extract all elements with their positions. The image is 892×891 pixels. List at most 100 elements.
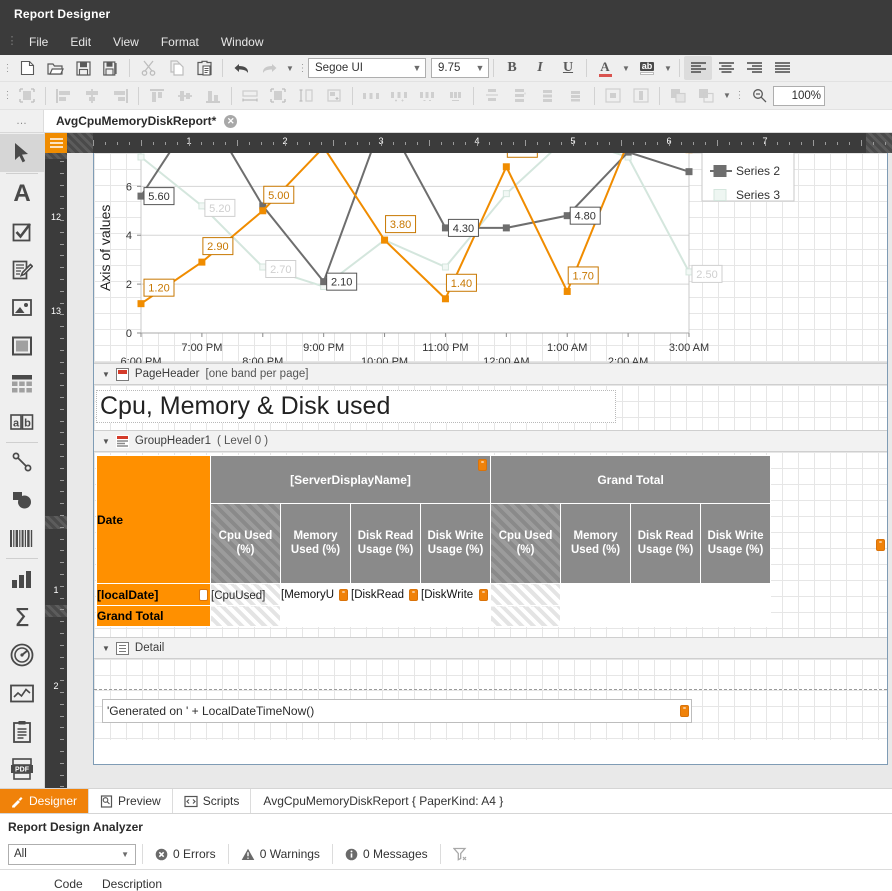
center-in-form-vertically-icon[interactable] <box>627 84 655 108</box>
align-centers-icon[interactable] <box>78 84 106 108</box>
cell-grand-total-header[interactable]: Grand Total <box>491 456 771 504</box>
label-tool[interactable]: A <box>0 175 45 213</box>
cell-detail-disk-write[interactable]: [DiskWrite <box>421 584 491 606</box>
align-right-edges-icon[interactable] <box>106 84 134 108</box>
cell-total-total-cpu[interactable] <box>491 606 561 627</box>
highlight-color-icon[interactable]: ab <box>633 56 661 80</box>
make-same-size-icon[interactable] <box>264 84 292 108</box>
align-justify-icon[interactable] <box>768 56 796 80</box>
remove-horizontal-spacing-icon[interactable] <box>441 84 469 108</box>
cell-total-memory-used[interactable] <box>281 606 351 627</box>
ruler-menu-button[interactable] <box>45 133 67 153</box>
cell-total-total-disk-write[interactable] <box>701 606 771 627</box>
send-to-back-icon[interactable] <box>692 84 720 108</box>
tab-preview[interactable]: Preview <box>89 789 173 813</box>
cell-date-header[interactable]: Date <box>97 456 211 584</box>
field-pin-icon[interactable] <box>478 459 487 471</box>
field-pin-icon[interactable] <box>680 705 689 717</box>
cell-detail-total-cpu[interactable] <box>491 584 561 606</box>
band-detail[interactable]: ▼ Detail <box>94 637 887 659</box>
page-header-body[interactable]: Cpu, Memory & Disk used <box>94 385 887 430</box>
grid-header-code[interactable]: Code <box>46 877 94 891</box>
analyzer-filter-select[interactable]: All ▼ <box>8 844 136 865</box>
field-pin-icon[interactable] <box>339 589 348 601</box>
pivot-grid-tool[interactable]: Σ <box>0 598 45 636</box>
cell-col-disk-write-server[interactable]: Disk Write Usage (%) <box>421 504 491 584</box>
decrease-horizontal-spacing-icon[interactable] <box>413 84 441 108</box>
cell-detail-cpu-used[interactable]: [CpuUsed] <box>211 584 281 606</box>
collapse-icon[interactable]: ▼ <box>102 644 110 653</box>
new-icon[interactable] <box>13 56 41 80</box>
bold-button[interactable]: B <box>498 56 526 80</box>
decrease-vertical-spacing-icon[interactable] <box>534 84 562 108</box>
grid-header-description[interactable]: Description <box>94 877 170 891</box>
field-pin-icon[interactable] <box>876 539 885 551</box>
tab-scripts[interactable]: Scripts <box>173 789 252 813</box>
band-group-header[interactable]: ▼ GroupHeader1 ( Level 0 ) <box>94 430 887 452</box>
collapse-icon[interactable]: ▼ <box>102 370 110 379</box>
font-color-icon[interactable]: A <box>591 56 619 80</box>
cell-col-disk-write-total[interactable]: Disk Write Usage (%) <box>701 504 771 584</box>
table-row-detail[interactable]: [localDate] [CpuUsed] [MemoryU <box>97 584 771 606</box>
align-left-edges-icon[interactable] <box>50 84 78 108</box>
field-pin-icon[interactable] <box>409 589 418 601</box>
field-pin-icon[interactable] <box>479 589 488 601</box>
chevron-down-icon[interactable]: ▼ <box>661 56 675 80</box>
cell-total-total-disk-read[interactable] <box>631 606 701 627</box>
toolbar-grip-2[interactable] <box>297 59 308 77</box>
barcode-tool[interactable] <box>0 519 45 557</box>
save-as-icon[interactable] <box>97 56 125 80</box>
copy-icon[interactable] <box>162 56 190 80</box>
menu-item-view[interactable]: View <box>102 31 150 53</box>
cell-detail-disk-read[interactable]: [DiskRead <box>351 584 421 606</box>
cell-total-disk-read[interactable] <box>351 606 421 627</box>
open-icon[interactable] <box>41 56 69 80</box>
cell-col-disk-read-total[interactable]: Disk Read Usage (%) <box>631 504 701 584</box>
analyzer-messages-button[interactable]: 0 Messages <box>339 847 434 861</box>
make-same-height-icon[interactable] <box>292 84 320 108</box>
analyzer-warnings-button[interactable]: 0 Warnings <box>235 847 326 861</box>
increase-horizontal-spacing-icon[interactable] <box>385 84 413 108</box>
cell-total-total-memory[interactable] <box>561 606 631 627</box>
bring-to-front-icon[interactable] <box>664 84 692 108</box>
center-in-form-horizontally-icon[interactable] <box>599 84 627 108</box>
cell-col-disk-read-server[interactable]: Disk Read Usage (%) <box>351 504 421 584</box>
page-footer-body[interactable]: 'Generated on ' + LocalDateTimeNow() <box>94 690 887 740</box>
cell-col-memory-used-total[interactable]: Memory Used (%) <box>561 504 631 584</box>
chevron-down-icon[interactable]: ▼ <box>720 84 734 108</box>
undo-icon[interactable] <box>227 56 255 80</box>
line-tool[interactable] <box>0 443 45 481</box>
horizontal-ruler[interactable]: 1234567 <box>45 133 892 153</box>
font-size-select[interactable]: 9.75 ▼ <box>431 58 489 78</box>
cell-total-disk-write[interactable] <box>421 606 491 627</box>
align-tops-icon[interactable] <box>143 84 171 108</box>
underline-button[interactable]: U <box>554 56 582 80</box>
pdf-content-tool[interactable]: PDF <box>0 750 45 788</box>
shape-tool[interactable] <box>0 481 45 519</box>
cell-server-display-name[interactable]: [ServerDisplayName] <box>211 456 491 504</box>
remove-vertical-spacing-icon[interactable] <box>562 84 590 108</box>
menu-item-edit[interactable]: Edit <box>59 31 102 53</box>
make-vertical-spacing-equal-icon[interactable] <box>478 84 506 108</box>
increase-vertical-spacing-icon[interactable] <box>506 84 534 108</box>
center-horizontally-icon[interactable] <box>13 84 41 108</box>
cell-col-cpu-used-server[interactable]: Cpu Used (%) <box>211 504 281 584</box>
chevron-down-icon[interactable]: ▼ <box>283 56 297 80</box>
sparkline-tool[interactable] <box>0 674 45 712</box>
make-same-width-icon[interactable] <box>236 84 264 108</box>
report-page[interactable]: 0246Axis of values6:00 PM7:00 PM8:00 PM9… <box>93 153 888 765</box>
panel-tool[interactable] <box>0 327 45 365</box>
footer-expression-field[interactable]: 'Generated on ' + LocalDateTimeNow() <box>102 699 692 723</box>
close-icon[interactable]: ✕ <box>224 115 237 128</box>
zoom-out-icon[interactable] <box>745 84 773 108</box>
make-horizontal-spacing-equal-icon[interactable] <box>357 84 385 108</box>
cell-grand-total-label[interactable]: Grand Total <box>97 606 211 627</box>
toolbar-grip-3[interactable] <box>2 87 13 105</box>
chart-control[interactable]: 0246Axis of values6:00 PM7:00 PM8:00 PM9… <box>94 153 887 363</box>
check-box-tool[interactable] <box>0 213 45 251</box>
cell-local-date[interactable]: [localDate] <box>97 584 211 606</box>
report-canvas[interactable]: 0246Axis of values6:00 PM7:00 PM8:00 PM9… <box>67 153 892 788</box>
analyzer-errors-button[interactable]: 0 Errors <box>149 847 222 861</box>
field-pin-icon[interactable] <box>199 589 208 601</box>
toolbar-grip-4[interactable] <box>734 87 745 105</box>
